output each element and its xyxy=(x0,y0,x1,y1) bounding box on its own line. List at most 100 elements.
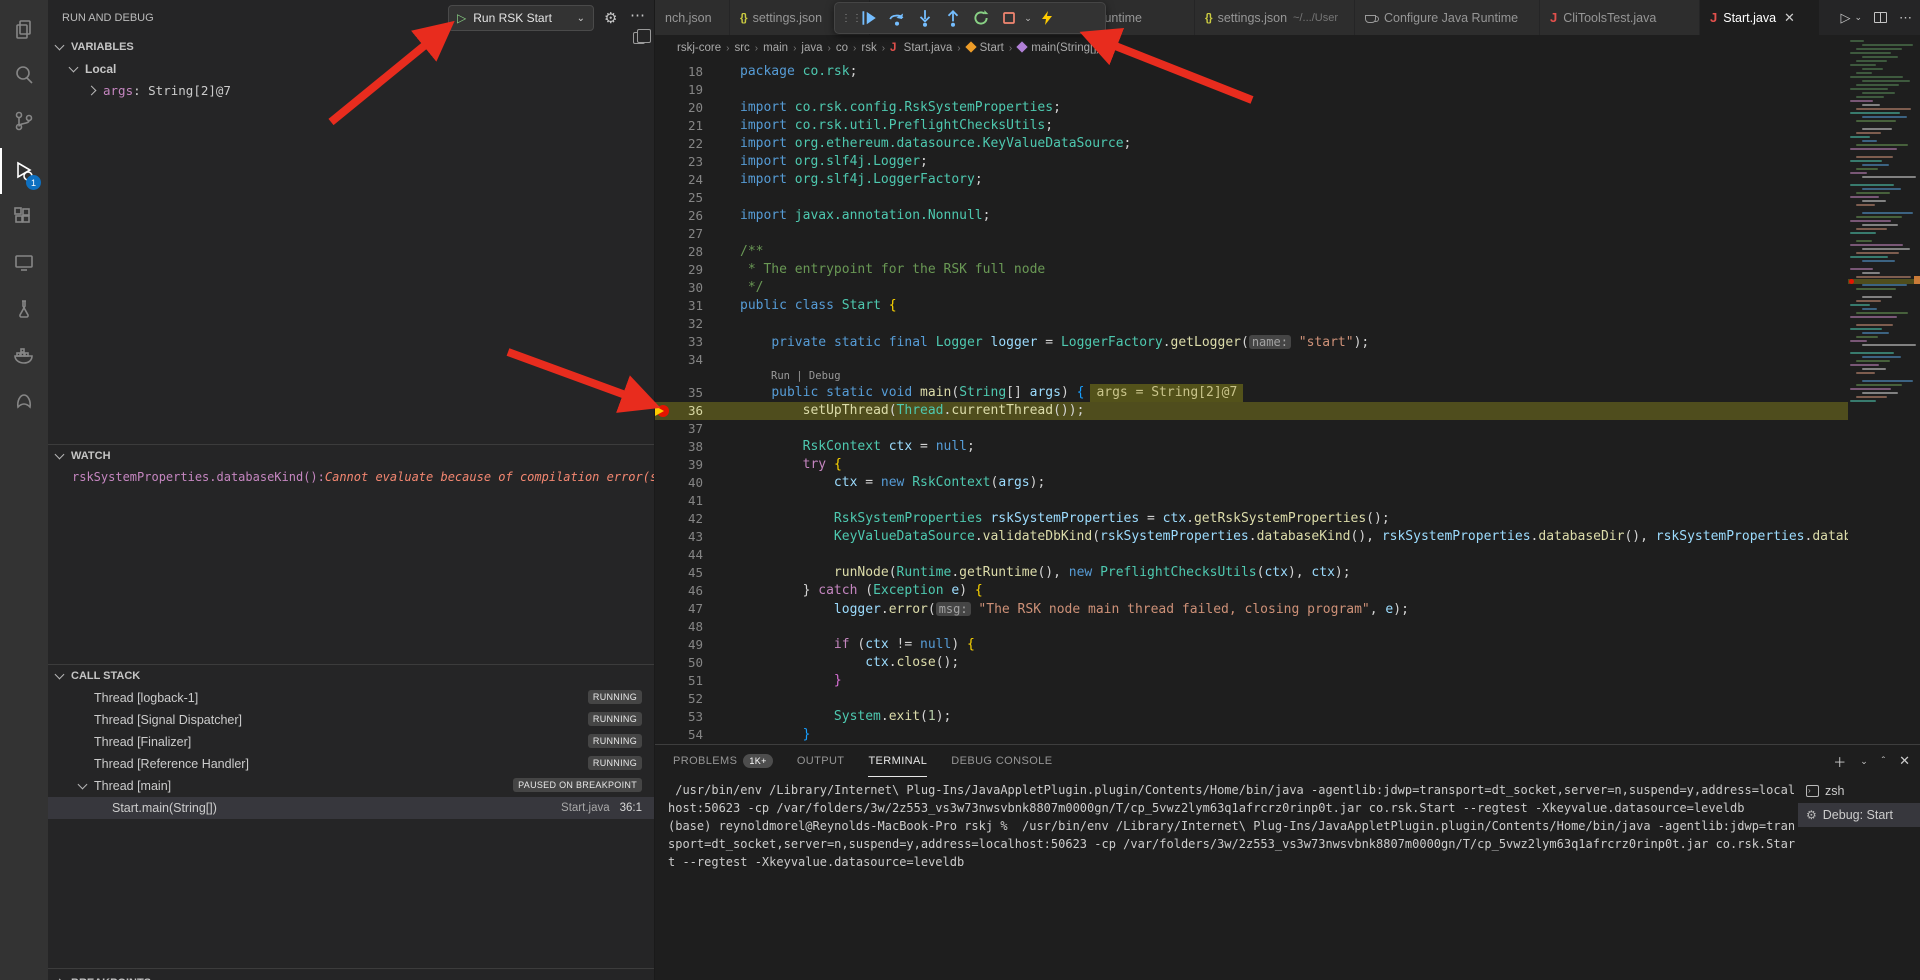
variables-header[interactable]: VARIABLES xyxy=(48,36,654,58)
variables-scope-local[interactable]: Local xyxy=(48,58,654,80)
search-icon[interactable] xyxy=(0,52,48,98)
stop-icon[interactable] xyxy=(995,4,1023,32)
panel-tab-terminal[interactable]: TERMINAL xyxy=(868,745,927,777)
terminal-session-zsh[interactable]: ›zsh xyxy=(1798,779,1920,803)
call-stack-thread[interactable]: Thread [main]PAUSED ON BREAKPOINT xyxy=(48,775,654,797)
gutter-breakpoint-zone[interactable] xyxy=(655,726,669,744)
gutter-breakpoint-zone[interactable] xyxy=(655,672,669,690)
gutter-breakpoint-zone[interactable] xyxy=(655,618,669,636)
terminal-session-debug-start[interactable]: ⚙Debug: Start xyxy=(1798,803,1920,827)
docker-icon[interactable] xyxy=(0,332,48,378)
terminal-dropdown-chevron-icon[interactable]: ⌄ xyxy=(1860,756,1868,767)
close-icon[interactable]: ✕ xyxy=(1784,10,1795,26)
breadcrumb-item[interactable]: co xyxy=(836,42,848,54)
watch-expression[interactable]: rskSystemProperties.databaseKind(): Cann… xyxy=(48,467,654,487)
misc-extension-icon[interactable] xyxy=(0,378,48,424)
gutter-breakpoint-zone[interactable] xyxy=(655,297,669,315)
step-over-icon[interactable] xyxy=(883,4,911,32)
tab-settings-json[interactable]: {}settings.json~/.../User xyxy=(1195,0,1355,35)
close-panel-icon[interactable]: ✕ xyxy=(1899,753,1910,769)
explorer-icon[interactable] xyxy=(0,6,48,52)
run-dropdown-chevron-icon[interactable]: ⌄ xyxy=(1854,12,1862,23)
gutter-breakpoint-zone[interactable] xyxy=(655,708,669,726)
breakpoints-header[interactable]: BREAKPOINTS xyxy=(48,972,151,980)
gutter-breakpoint-zone[interactable] xyxy=(655,153,669,171)
gutter-breakpoint-zone[interactable] xyxy=(655,636,669,654)
tab-nch-json[interactable]: nch.json xyxy=(655,0,730,35)
drag-grip-icon[interactable]: ⋮⋮ xyxy=(841,16,855,21)
minimap[interactable] xyxy=(1848,38,1914,738)
tab-configure-java-runtime[interactable]: Configure Java Runtime xyxy=(1355,0,1540,35)
gutter-breakpoint-zone[interactable] xyxy=(655,63,669,81)
gutter-breakpoint-zone[interactable] xyxy=(655,402,669,420)
gutter-breakpoint-zone[interactable] xyxy=(655,654,669,672)
panel-tab-debug-console[interactable]: DEBUG CONSOLE xyxy=(951,745,1052,777)
hot-code-replace-icon[interactable] xyxy=(1033,4,1061,32)
gutter-breakpoint-zone[interactable] xyxy=(655,582,669,600)
more-actions-icon[interactable]: ⋯ xyxy=(1899,10,1912,26)
gutter-breakpoint-zone[interactable] xyxy=(655,333,669,351)
run-file-icon[interactable]: ▷ xyxy=(1840,10,1850,26)
gutter-breakpoint-zone[interactable] xyxy=(655,384,669,402)
gutter-breakpoint-zone[interactable] xyxy=(655,279,669,297)
gutter-breakpoint-zone[interactable] xyxy=(655,261,669,279)
gutter-breakpoint-zone[interactable] xyxy=(655,81,669,99)
tab-start-java[interactable]: JStart.java✕ xyxy=(1700,0,1820,35)
call-stack-thread[interactable]: Thread [Reference Handler]RUNNING xyxy=(48,753,654,775)
testing-icon[interactable] xyxy=(0,286,48,332)
panel-tab-output[interactable]: OUTPUT xyxy=(797,745,845,777)
gutter-breakpoint-zone[interactable] xyxy=(655,315,669,333)
gutter-breakpoint-zone[interactable] xyxy=(655,528,669,546)
code-editor[interactable]: 18package co.rsk;1920import co.rsk.confi… xyxy=(655,63,1848,744)
panel-tab-problems[interactable]: PROBLEMS1K+ xyxy=(673,745,773,777)
gutter-breakpoint-zone[interactable] xyxy=(655,600,669,618)
restart-icon[interactable] xyxy=(967,4,995,32)
gutter-breakpoint-zone[interactable] xyxy=(655,351,669,369)
gutter-breakpoint-zone[interactable] xyxy=(655,690,669,708)
breadcrumb-symbol[interactable]: main(String[]) xyxy=(1017,42,1100,54)
gutter-breakpoint-zone[interactable] xyxy=(655,564,669,582)
split-editor-icon[interactable] xyxy=(1874,12,1887,23)
gutter-breakpoint-zone[interactable] xyxy=(655,438,669,456)
call-stack-thread[interactable]: Thread [logback-1]RUNNING xyxy=(48,687,654,709)
breadcrumb-file[interactable]: J Start.java xyxy=(890,42,952,54)
watch-header[interactable]: WATCH xyxy=(48,445,654,467)
gutter-breakpoint-zone[interactable] xyxy=(655,510,669,528)
codelens-run-debug[interactable]: Run | Debug xyxy=(655,369,1848,384)
gutter-breakpoint-zone[interactable] xyxy=(655,171,669,189)
call-stack-header[interactable]: CALL STACK xyxy=(48,665,654,687)
gutter-breakpoint-zone[interactable] xyxy=(655,546,669,564)
remote-explorer-icon[interactable] xyxy=(0,240,48,286)
maximize-panel-icon[interactable]: ˆ xyxy=(1882,756,1885,767)
call-stack-frame[interactable]: Start.main(String[])Start.java36:1 xyxy=(48,797,654,819)
breadcrumb-item[interactable]: java xyxy=(801,42,822,54)
tab-clitoolstest-java[interactable]: JCliToolsTest.java xyxy=(1540,0,1700,35)
breadcrumb-item[interactable]: src xyxy=(734,42,749,54)
breadcrumb-item[interactable]: rskj-core xyxy=(677,42,721,54)
gutter-breakpoint-zone[interactable] xyxy=(655,474,669,492)
gutter-breakpoint-zone[interactable] xyxy=(655,492,669,510)
breadcrumb-item[interactable]: main xyxy=(763,42,788,54)
stop-dropdown-chevron-icon[interactable]: ⌄ xyxy=(1023,4,1033,32)
breadcrumb-symbol[interactable]: Start xyxy=(966,42,1004,54)
variable-args[interactable]: args: String[2]@7 xyxy=(48,80,654,100)
gutter-breakpoint-zone[interactable] xyxy=(655,207,669,225)
extensions-icon[interactable] xyxy=(0,194,48,240)
more-actions-icon[interactable]: ⋯ xyxy=(630,6,646,24)
gutter-breakpoint-zone[interactable] xyxy=(655,225,669,243)
gear-icon[interactable]: ⚙ xyxy=(604,9,617,27)
call-stack-thread[interactable]: Thread [Finalizer]RUNNING xyxy=(48,731,654,753)
gutter-breakpoint-zone[interactable] xyxy=(655,117,669,135)
launch-config-dropdown[interactable]: ▷ Run RSK Start ⌄ xyxy=(448,5,594,31)
gutter-breakpoint-zone[interactable] xyxy=(655,135,669,153)
gutter-breakpoint-zone[interactable] xyxy=(655,456,669,474)
gutter-breakpoint-zone[interactable] xyxy=(655,243,669,261)
gutter-breakpoint-zone[interactable] xyxy=(655,189,669,207)
terminal-output[interactable]: /usr/bin/env /Library/Internet\ Plug-Ins… xyxy=(668,781,1798,871)
breadcrumb-item[interactable]: rsk xyxy=(861,42,876,54)
gutter-breakpoint-zone[interactable] xyxy=(655,99,669,117)
continue-icon[interactable] xyxy=(855,4,883,32)
gutter-breakpoint-zone[interactable] xyxy=(655,420,669,438)
new-terminal-icon[interactable]: ＋ xyxy=(1833,752,1846,771)
step-out-icon[interactable] xyxy=(939,4,967,32)
